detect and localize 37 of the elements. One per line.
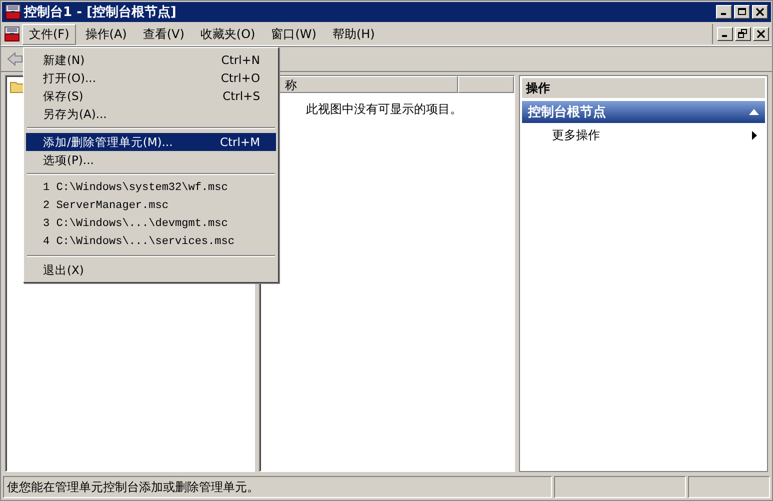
menu-entry[interactable]: 4 C:\Windows\...\services.msc <box>26 233 276 251</box>
maximize-icon <box>737 7 747 17</box>
menu-item[interactable]: 查看(V) <box>136 24 192 44</box>
menu-entry[interactable]: 2 ServerManager.msc <box>26 197 276 215</box>
console-icon <box>4 26 20 42</box>
actions-section-header[interactable]: 控制台根节点 <box>522 101 765 123</box>
close-icon <box>756 29 766 39</box>
menu-entry[interactable]: 新建(N) Ctrl+N <box>26 51 276 69</box>
action-item[interactable]: 更多操作 <box>522 123 765 148</box>
menu-item[interactable]: 帮助(H) <box>325 24 382 44</box>
menu-entry[interactable]: 退出(X) <box>26 261 276 279</box>
close-button[interactable] <box>752 5 768 19</box>
collapse-icon[interactable] <box>749 109 759 115</box>
menu-item[interactable]: 收藏夹(O) <box>193 24 262 44</box>
maximize-button[interactable] <box>734 5 750 19</box>
restore-button[interactable] <box>735 27 751 41</box>
menu-entry[interactable]: 1 C:\Windows\system32\wf.msc <box>26 179 276 197</box>
menu-item[interactable]: 窗口(W) <box>264 24 324 44</box>
minimize-button[interactable] <box>717 27 733 41</box>
menu-entry[interactable]: 另存为(A)... <box>26 105 276 123</box>
submenu-arrow-icon <box>752 131 757 140</box>
column-header[interactable] <box>458 76 514 93</box>
menu-entry[interactable]: 3 C:\Windows\...\devmgmt.msc <box>26 215 276 233</box>
status-text: 使您能在管理单元控制台添加或删除管理单元。 <box>3 476 552 498</box>
menu-item[interactable]: 文件(F) <box>22 24 76 44</box>
menu-entry[interactable]: 添加/删除管理单元(M)... Ctrl+M <box>26 133 276 151</box>
restore-icon <box>738 29 748 39</box>
back-arrow-icon[interactable] <box>7 52 23 66</box>
close-icon <box>755 7 765 17</box>
menu-entry[interactable]: 选项(P)... <box>26 151 276 169</box>
window-title: 控制台1 - [控制台根节点] <box>24 4 178 21</box>
minimize-button[interactable] <box>716 5 732 19</box>
app-icon <box>5 4 21 20</box>
menu-item[interactable]: 操作(A) <box>78 24 134 44</box>
empty-message: 此视图中没有可显示的项目。 <box>305 101 463 118</box>
actions-pane-title: 操作 <box>522 78 765 98</box>
close-button[interactable] <box>753 27 769 41</box>
